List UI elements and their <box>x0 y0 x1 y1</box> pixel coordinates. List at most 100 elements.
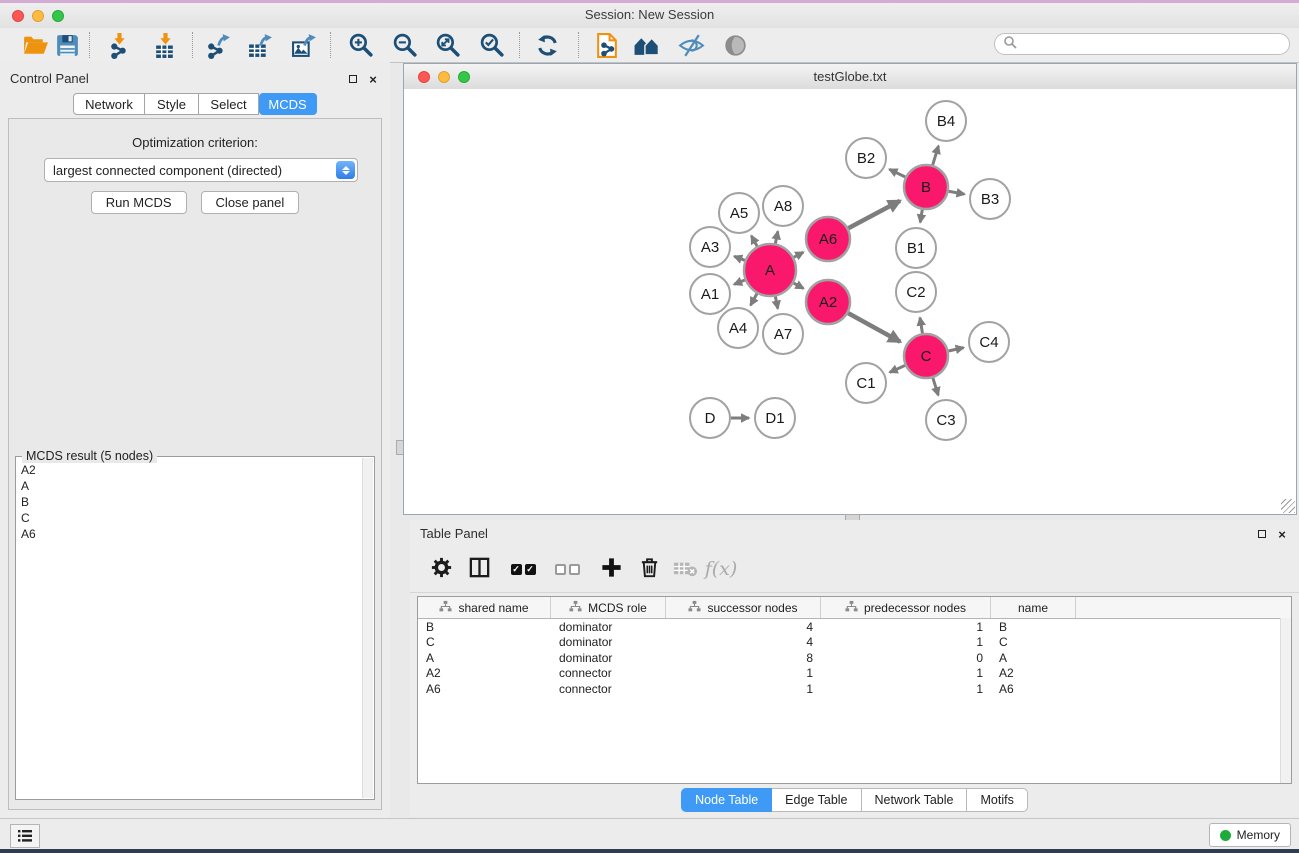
graph-node-C1[interactable]: C1 <box>846 363 886 403</box>
graph-node-C3[interactable]: C3 <box>926 400 966 440</box>
function-button[interactable]: f(x) <box>704 554 738 584</box>
show-graphics-button[interactable] <box>716 30 754 60</box>
mcds-result-list[interactable]: A2ABCA6 <box>17 462 362 798</box>
gear-button[interactable] <box>424 554 458 584</box>
graph-node-B3[interactable]: B3 <box>970 179 1010 219</box>
node-table[interactable]: shared name MCDS role successor nodes pr… <box>417 596 1292 784</box>
table-scrollbar[interactable] <box>1280 618 1291 783</box>
graph-node-A5[interactable]: A5 <box>719 193 759 233</box>
edge-C-C1[interactable] <box>890 365 905 372</box>
graph-node-B2[interactable]: B2 <box>846 138 886 178</box>
tab-node-table[interactable]: Node Table <box>681 788 772 812</box>
zoom-selected-button[interactable] <box>473 30 511 60</box>
graph-node-A1[interactable]: A1 <box>690 274 730 314</box>
graph-node-C[interactable]: C <box>904 334 948 378</box>
tab-style[interactable]: Style <box>145 93 199 115</box>
unchecked-boxes-button[interactable] <box>550 554 584 584</box>
edge-A-A4[interactable] <box>751 294 757 306</box>
main-titlebar[interactable]: Session: New Session <box>0 3 1299 29</box>
criterion-dropdown[interactable]: largest connected component (directed) <box>44 158 358 182</box>
edge-A-A5[interactable] <box>751 236 757 246</box>
edge-B-B1[interactable] <box>920 210 922 223</box>
graph-node-A4[interactable]: A4 <box>718 308 758 348</box>
result-item[interactable]: A <box>17 478 362 494</box>
resize-grip-icon[interactable] <box>1281 499 1295 513</box>
zoom-in-button[interactable] <box>342 30 380 60</box>
refresh-button[interactable] <box>528 30 566 60</box>
float-table-panel-icon[interactable] <box>1255 527 1269 541</box>
memory-button[interactable]: Memory <box>1209 823 1291 847</box>
network-canvas[interactable]: B4 B2 B B3 A8A5 A6 A3 B1 A A1 C2 A2 A4A7 C4 C C1 C3 D D1 <box>404 89 1296 514</box>
graph-node-A6[interactable]: A6 <box>806 217 850 261</box>
edge-C-C4[interactable] <box>948 348 963 351</box>
edge-A-A1[interactable] <box>734 280 745 284</box>
column-header-successor-nodes[interactable]: successor nodes <box>666 597 821 618</box>
graph-node-A3[interactable]: A3 <box>690 227 730 267</box>
column-header-MCDS-role[interactable]: MCDS role <box>551 597 666 618</box>
add-column-button[interactable] <box>594 554 628 584</box>
table-row[interactable]: Bdominator41B <box>418 619 1291 635</box>
edge-A-A7[interactable] <box>775 296 777 308</box>
tab-network[interactable]: Network <box>73 93 145 115</box>
checked-boxes-button[interactable]: ✓✓ <box>506 554 540 584</box>
table-row[interactable]: Cdominator41C <box>418 635 1291 651</box>
table-row[interactable]: Adominator80A <box>418 650 1291 666</box>
columns-button[interactable] <box>462 554 496 584</box>
graph-node-C4[interactable]: C4 <box>969 322 1009 362</box>
edge-A-A8[interactable] <box>775 231 777 243</box>
graph-node-A2[interactable]: A2 <box>806 280 850 324</box>
task-history-button[interactable] <box>10 824 40 848</box>
tab-motifs[interactable]: Motifs <box>967 788 1027 812</box>
graph-node-A7[interactable]: A7 <box>763 314 803 354</box>
zoom-out-button[interactable] <box>386 30 424 60</box>
save-session-button[interactable] <box>48 30 86 60</box>
close-panel-button[interactable]: Close panel <box>201 191 300 214</box>
graph-node-D[interactable]: D <box>690 398 730 438</box>
edge-A2-C[interactable] <box>848 313 900 342</box>
float-panel-icon[interactable] <box>346 72 360 86</box>
export-network-button[interactable] <box>199 30 237 60</box>
edge-A-A3[interactable] <box>734 256 745 260</box>
edge-A-A6[interactable] <box>794 252 803 257</box>
result-item[interactable]: C <box>17 510 362 526</box>
edge-C-C3[interactable] <box>933 378 938 395</box>
column-header-predecessor-nodes[interactable]: predecessor nodes <box>821 597 991 618</box>
graph-node-B1[interactable]: B1 <box>896 228 936 268</box>
delete-button[interactable] <box>632 554 666 584</box>
edge-B-B2[interactable] <box>889 169 905 177</box>
close-table-panel-icon[interactable]: × <box>1275 527 1289 541</box>
graph-node-B4[interactable]: B4 <box>926 101 966 141</box>
export-image-button[interactable] <box>285 30 323 60</box>
tab-edge-table[interactable]: Edge Table <box>772 788 861 812</box>
open-session-file-button[interactable] <box>588 30 626 60</box>
search-input[interactable] <box>1022 36 1281 52</box>
table-row[interactable]: A2connector11A2 <box>418 666 1291 682</box>
zoom-fit-button[interactable] <box>429 30 467 60</box>
search-field[interactable] <box>994 33 1290 55</box>
edge-C-C2[interactable] <box>920 318 922 334</box>
tab-select[interactable]: Select <box>199 93 259 115</box>
graph-node-D1[interactable]: D1 <box>755 398 795 438</box>
result-scrollbar[interactable] <box>362 458 373 798</box>
close-panel-icon[interactable]: × <box>366 72 380 86</box>
result-item[interactable]: A6 <box>17 526 362 542</box>
column-header-name[interactable]: name <box>991 597 1076 618</box>
export-table-button[interactable] <box>241 30 279 60</box>
delete-table-button[interactable] <box>668 554 702 584</box>
edge-A6-B[interactable] <box>848 201 900 228</box>
graph-node-A8[interactable]: A8 <box>763 186 803 226</box>
graph-node-A[interactable]: A <box>744 244 796 296</box>
hide-panels-button[interactable] <box>672 30 710 60</box>
graph-node-C2[interactable]: C2 <box>896 272 936 312</box>
table-row[interactable]: A6connector11A6 <box>418 681 1291 697</box>
result-item[interactable]: A2 <box>17 462 362 478</box>
graph-node-B[interactable]: B <box>904 165 948 209</box>
column-header-shared-name[interactable]: shared name <box>418 597 551 618</box>
network-graph[interactable]: B4 B2 B B3 A8A5 A6 A3 B1 A A1 C2 A2 A4A7 C4 C C1 C3 D D1 <box>404 89 1296 514</box>
edge-A-A2[interactable] <box>794 283 804 288</box>
network-window-titlebar[interactable]: testGlobe.txt <box>404 64 1296 90</box>
edge-B-B3[interactable] <box>949 191 965 194</box>
import-network-button[interactable] <box>100 30 138 60</box>
import-table-button[interactable] <box>146 30 184 60</box>
tab-mcds[interactable]: MCDS <box>259 93 317 115</box>
